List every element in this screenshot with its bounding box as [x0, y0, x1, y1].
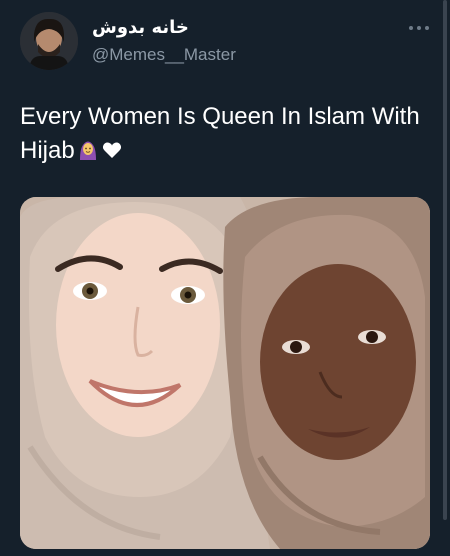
- more-options-icon[interactable]: [408, 22, 430, 34]
- photo-image: [20, 197, 430, 549]
- tweet-text: Every Women Is Queen In Islam With Hijab: [20, 100, 440, 171]
- tweet-card: خانه بدوش @Memes__Master Every Women Is …: [0, 0, 450, 556]
- display-name[interactable]: خانه بدوش: [92, 17, 189, 38]
- white-heart-emoji-icon: [101, 137, 123, 171]
- avatar-image: [20, 12, 78, 70]
- user-handle[interactable]: @Memes__Master: [92, 45, 236, 65]
- avatar[interactable]: [20, 12, 78, 70]
- tweet-photo[interactable]: [20, 197, 430, 549]
- scrollbar[interactable]: [443, 0, 447, 520]
- woman-with-headscarf-emoji-icon: [77, 137, 99, 171]
